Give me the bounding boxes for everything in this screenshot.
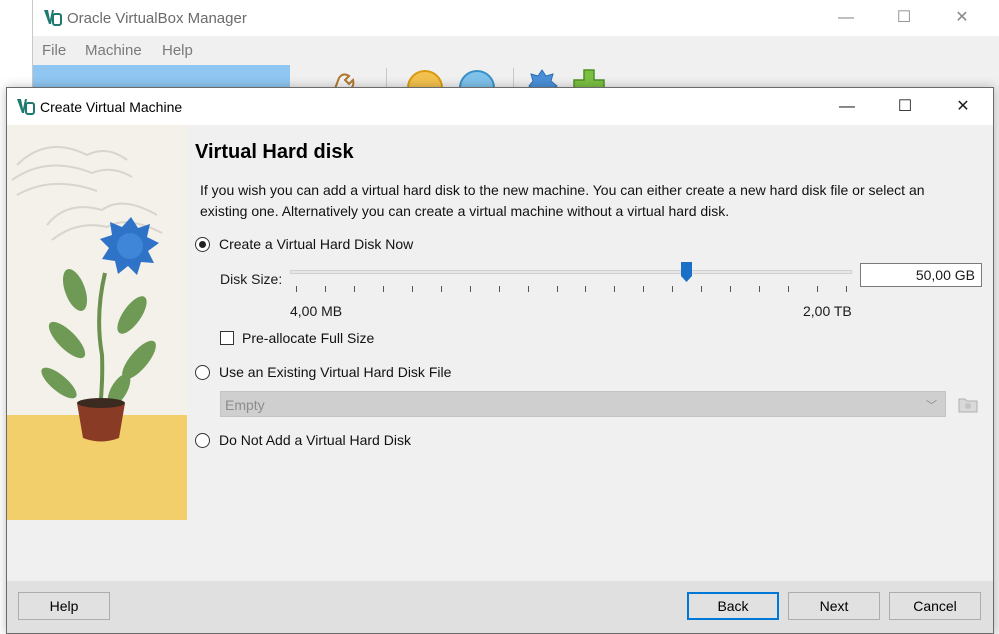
slider-tick [469, 286, 471, 292]
virtualbox-logo-icon [17, 99, 35, 115]
slider-tick [382, 286, 384, 292]
slider-tick [353, 286, 355, 292]
cancel-button[interactable]: Cancel [889, 592, 981, 620]
create-disk-now-label: Create a Virtual Hard Disk Now [219, 236, 414, 252]
slider-tick [817, 286, 819, 292]
wizard-illustration [7, 125, 187, 520]
main-minimize-button[interactable]: — [817, 0, 875, 36]
dialog-title: Create Virtual Machine [40, 99, 183, 115]
slider-tick [614, 286, 616, 292]
dialog-titlebar: Create Virtual Machine — ☐ ✕ [7, 88, 993, 125]
slider-tick [440, 286, 442, 292]
slider-track [290, 270, 852, 274]
page-title: Virtual Hard disk [195, 141, 354, 163]
no-disk-label: Do Not Add a Virtual Hard Disk [219, 432, 411, 448]
dialog-button-bar: Help Back Next Cancel [7, 581, 993, 633]
no-disk-radio[interactable] [195, 432, 210, 448]
page-description: If you wish you can add a virtual hard d… [200, 182, 925, 219]
slider-tick [701, 286, 703, 292]
preallocate-option[interactable]: Pre-allocate Full Size [220, 330, 374, 346]
existing-disk-select[interactable]: Empty ﹀ [220, 391, 946, 417]
slider-tick [411, 286, 413, 292]
slider-tick [556, 286, 558, 292]
disk-size-max-label: 2,00 TB [803, 303, 852, 319]
dialog-maximize-button[interactable]: ☐ [876, 88, 934, 125]
use-existing-disk-radio[interactable] [195, 364, 210, 380]
dialog-close-button[interactable]: ✕ [934, 88, 992, 125]
slider-tick [527, 286, 529, 292]
disk-size-min-label: 4,00 MB [290, 303, 343, 319]
slider-tick [296, 286, 297, 292]
slider-tick [730, 286, 732, 292]
slider-tick [759, 286, 761, 292]
preallocate-checkbox[interactable] [220, 331, 234, 345]
slider-handle[interactable] [680, 262, 692, 282]
disk-size-input[interactable]: 50,00 GB [860, 263, 982, 287]
slider-tick [846, 286, 847, 292]
choose-disk-file-icon[interactable] [956, 392, 980, 416]
chevron-down-icon: ﹀ [926, 400, 937, 412]
virtualbox-logo-icon [44, 10, 62, 26]
disk-size-slider[interactable] [290, 260, 852, 300]
use-existing-disk-label: Use an Existing Virtual Hard Disk File [219, 364, 452, 380]
slider-tick [643, 286, 645, 292]
next-button[interactable]: Next [788, 592, 880, 620]
slider-tick [498, 286, 500, 292]
create-disk-now-option[interactable]: Create a Virtual Hard Disk Now [195, 233, 413, 255]
help-button[interactable]: Help [18, 592, 110, 620]
existing-disk-select-value: Empty [225, 397, 265, 413]
slider-tick [324, 286, 326, 292]
main-titlebar: Oracle VirtualBox Manager — ☐ ✕ [33, 0, 999, 36]
create-disk-now-radio[interactable] [195, 236, 210, 252]
disk-size-label: Disk Size: [220, 271, 283, 287]
no-disk-option[interactable]: Do Not Add a Virtual Hard Disk [195, 429, 411, 451]
main-close-button[interactable]: ✕ [933, 0, 991, 36]
slider-tick [788, 286, 790, 292]
back-button[interactable]: Back [687, 592, 779, 620]
potted-flower-illustration [7, 125, 187, 520]
main-maximize-button[interactable]: ☐ [875, 0, 933, 36]
dialog-minimize-button[interactable]: — [818, 88, 876, 125]
main-menubar: File Machine Help [33, 36, 999, 64]
menu-machine[interactable]: Machine [85, 42, 142, 59]
use-existing-disk-option[interactable]: Use an Existing Virtual Hard Disk File [195, 361, 451, 383]
menu-file[interactable]: File [42, 42, 66, 59]
preallocate-label: Pre-allocate Full Size [242, 330, 375, 346]
slider-tick [585, 286, 587, 292]
menu-help[interactable]: Help [162, 42, 193, 59]
create-vm-dialog: Create Virtual Machine — ☐ ✕ Virtual Har… [6, 87, 994, 634]
main-window-title: Oracle VirtualBox Manager [67, 10, 247, 27]
slider-tick [672, 286, 674, 292]
